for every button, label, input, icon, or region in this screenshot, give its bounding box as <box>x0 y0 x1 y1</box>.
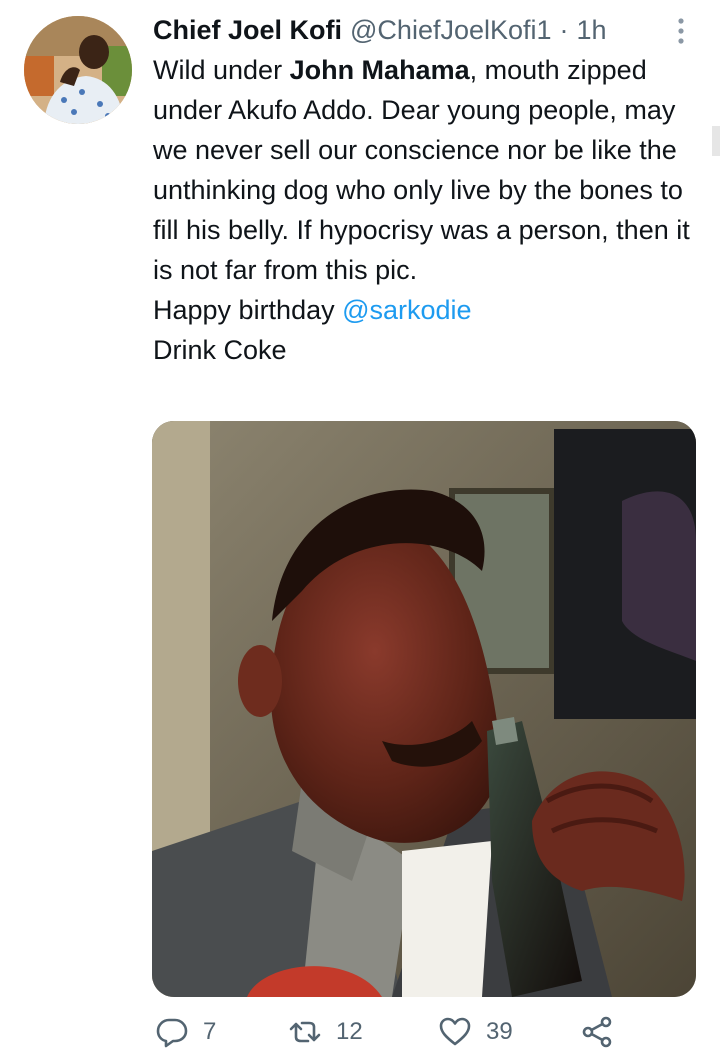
reply-button[interactable]: 7 <box>155 1012 216 1052</box>
author-name[interactable]: Chief Joel Kofi <box>153 15 342 46</box>
tweet-header: Chief Joel Kofi @ChiefJoelKofi1 · 1h <box>153 10 607 50</box>
header-separator: · <box>559 14 569 45</box>
tweet-action-bar: 7 12 39 <box>0 1012 720 1052</box>
tweet-text-bold: John Mahama <box>289 55 470 85</box>
retweet-icon <box>289 1021 321 1043</box>
avatar-photo <box>24 16 132 124</box>
tweet-photo[interactable] <box>152 421 696 997</box>
tweet-text: Wild under John Mahama, mouth zipped und… <box>153 50 703 370</box>
tweet-text-part: Wild under <box>153 55 290 85</box>
reply-count: 7 <box>203 1018 217 1045</box>
reply-icon <box>156 1018 188 1048</box>
tweet-paragraph-3: Drink Coke <box>153 335 287 365</box>
mention-link[interactable]: @sarkodie <box>342 295 471 325</box>
retweet-count: 12 <box>336 1018 363 1045</box>
share-button[interactable] <box>580 1012 614 1052</box>
more-vertical-icon[interactable] <box>664 14 698 48</box>
tweet-paragraph-1: Wild under John Mahama, mouth zipped und… <box>153 50 703 290</box>
like-button[interactable]: 39 <box>438 1012 513 1052</box>
scroll-indicator <box>712 126 720 156</box>
tweet-paragraph-2: Happy birthday @sarkodie <box>153 290 703 330</box>
tweet-timestamp[interactable]: 1h <box>577 15 607 46</box>
retweet-button[interactable]: 12 <box>288 1012 363 1052</box>
share-icon <box>582 1016 612 1048</box>
author-handle[interactable]: @ChiefJoelKofi1 <box>350 15 552 46</box>
tweet-text-part: , mouth zipped under Akufo Addo. Dear yo… <box>153 55 690 285</box>
photo-illustration <box>152 421 696 997</box>
like-count: 39 <box>486 1018 513 1045</box>
tweet-text-part: Happy birthday <box>153 295 343 325</box>
author-avatar[interactable] <box>24 16 132 124</box>
heart-icon <box>439 1017 471 1046</box>
